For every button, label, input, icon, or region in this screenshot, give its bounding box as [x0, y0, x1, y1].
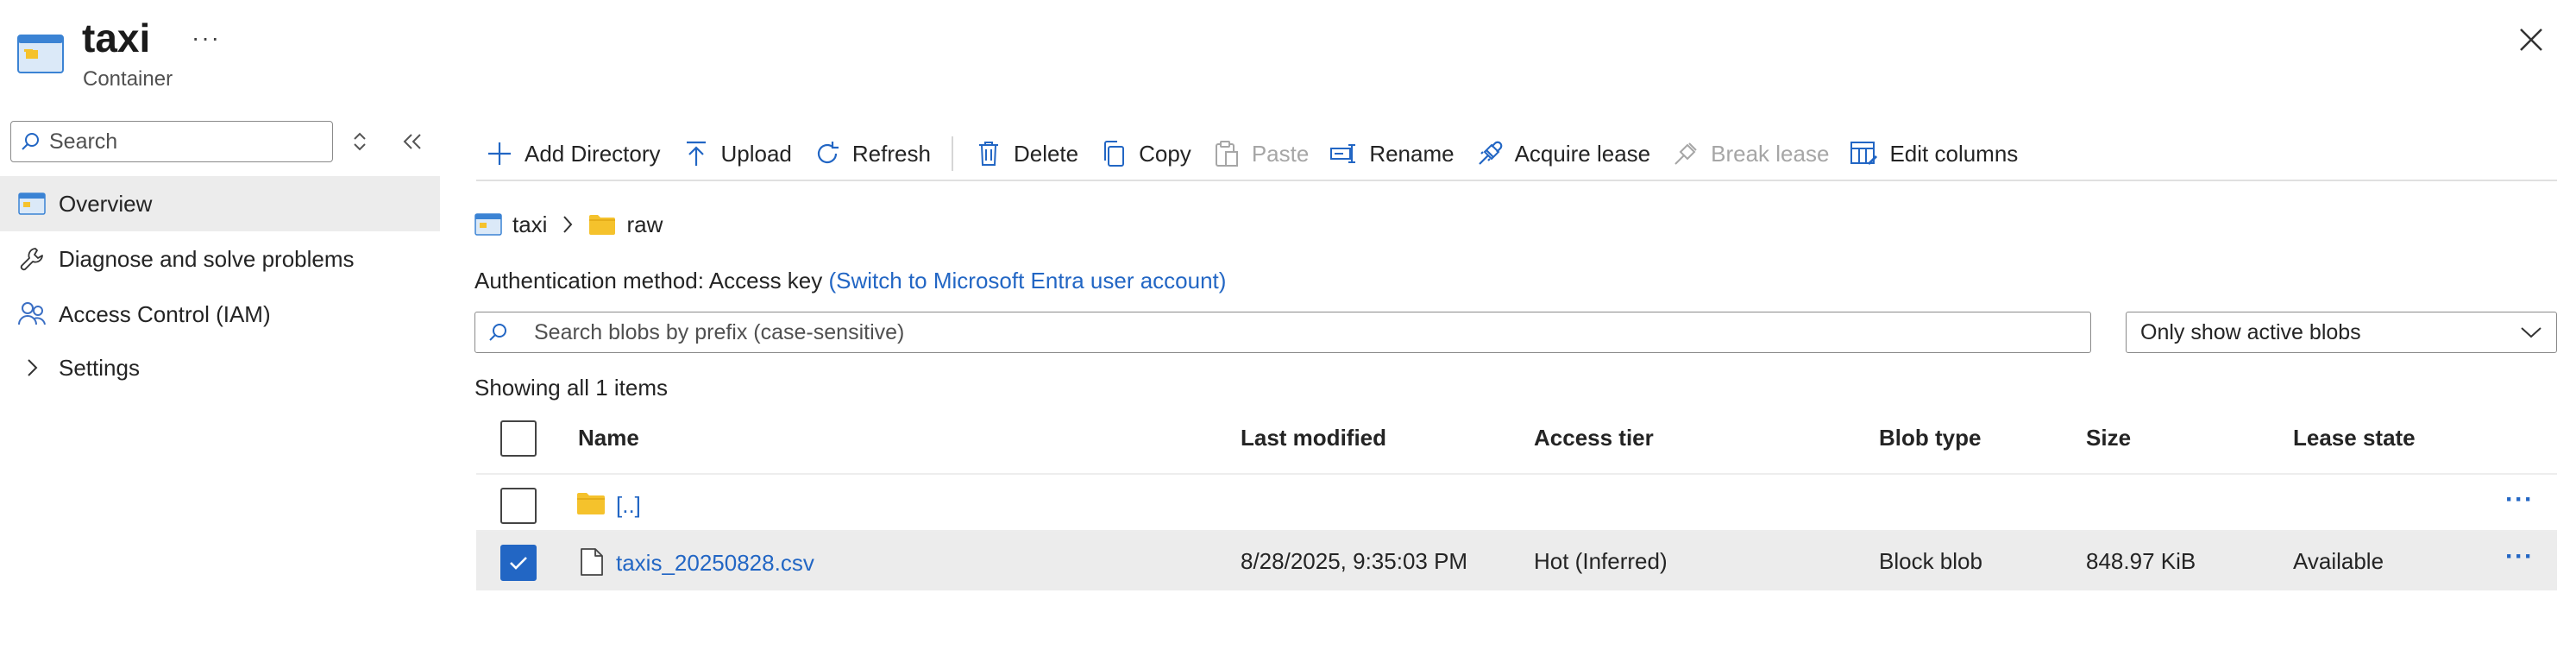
people-icon	[17, 300, 47, 329]
blob-search-input[interactable]	[534, 319, 2001, 345]
sidebar-search[interactable]	[10, 121, 333, 162]
sidebar-item-label: Settings	[59, 354, 140, 381]
column-header-last-modified[interactable]: Last modified	[1241, 425, 1386, 451]
column-header-blob-type[interactable]: Blob type	[1879, 425, 1981, 451]
link-icon	[1475, 139, 1505, 168]
breadcrumb: taxi raw	[474, 207, 663, 242]
trash-icon	[974, 139, 1003, 168]
edit-columns-icon	[1850, 139, 1879, 168]
auth-method-label: Authentication method:	[474, 268, 704, 293]
more-options-button[interactable]: ···	[192, 24, 221, 52]
blob-name-link[interactable]: taxis_20250828.csv	[616, 550, 814, 577]
cell-blob-type: Block blob	[1879, 548, 1982, 574]
chevron-right-icon	[17, 353, 47, 382]
sort-icon[interactable]	[347, 128, 373, 155]
edit-columns-button[interactable]: Edit columns	[1839, 131, 2028, 176]
plus-icon	[485, 139, 514, 168]
close-icon[interactable]	[2516, 24, 2547, 55]
broken-link-icon	[1671, 139, 1700, 168]
toolbar-divider-line	[476, 180, 2557, 181]
wrench-icon	[17, 244, 47, 274]
sidebar-item-iam[interactable]: Access Control (IAM)	[0, 287, 440, 342]
breadcrumb-container[interactable]: taxi	[512, 211, 547, 238]
upload-button[interactable]: Upload	[671, 131, 802, 176]
search-icon	[20, 131, 41, 152]
cell-lease-state: Available	[2293, 548, 2384, 574]
chevron-right-icon	[561, 213, 575, 236]
search-icon	[487, 322, 508, 343]
breadcrumb-folder[interactable]: raw	[626, 211, 663, 238]
sidebar-item-diagnose[interactable]: Diagnose and solve problems	[0, 231, 440, 287]
blob-search[interactable]	[474, 312, 2091, 353]
chevron-down-icon	[2520, 325, 2542, 339]
switch-auth-link[interactable]: (Switch to Microsoft Entra user account)	[829, 268, 1227, 293]
container-icon	[17, 189, 47, 218]
add-directory-button[interactable]: Add Directory	[476, 131, 671, 176]
cell-last-modified: 8/28/2025, 9:35:03 PM	[1241, 548, 1468, 574]
refresh-icon	[813, 139, 842, 168]
break-lease-button[interactable]: Break lease	[1661, 131, 1839, 176]
item-count: Showing all 1 items	[474, 375, 668, 401]
column-header-access-tier[interactable]: Access tier	[1534, 425, 1654, 451]
column-header-size[interactable]: Size	[2086, 425, 2131, 451]
sidebar-search-input[interactable]	[49, 129, 308, 155]
select-all-checkbox[interactable]	[500, 420, 537, 457]
acquire-lease-button[interactable]: Acquire lease	[1465, 131, 1662, 176]
row-more-options-button[interactable]: ···	[2505, 542, 2534, 571]
column-header-lease-state[interactable]: Lease state	[2293, 425, 2416, 451]
table-divider	[476, 473, 2557, 475]
auth-method: Authentication method: Access key (Switc…	[474, 268, 1226, 294]
command-bar: Add Directory Upload Refresh Delete Copy…	[476, 131, 2028, 176]
container-icon	[17, 33, 64, 74]
folder-icon	[588, 212, 616, 237]
blob-filter-value: Only show active blobs	[2140, 319, 2361, 344]
copy-button[interactable]: Copy	[1089, 131, 1202, 176]
rename-icon	[1329, 139, 1359, 168]
file-icon	[580, 547, 604, 577]
column-header-name[interactable]: Name	[578, 425, 639, 451]
row-checkbox[interactable]	[500, 488, 537, 524]
upload-icon	[682, 139, 711, 168]
parent-folder-link[interactable]: [..]	[616, 492, 641, 519]
sidebar-item-label: Overview	[59, 190, 153, 217]
page-subtitle: Container	[83, 67, 173, 91]
blob-filter-dropdown[interactable]: Only show active blobs	[2126, 312, 2557, 353]
toolbar-divider	[951, 136, 953, 171]
paste-icon	[1212, 139, 1241, 168]
sidebar-item-overview[interactable]: Overview	[0, 176, 440, 231]
row-more-options-button[interactable]: ···	[2505, 485, 2534, 514]
copy-icon	[1099, 139, 1128, 168]
row-checkbox[interactable]	[500, 545, 537, 581]
auth-method-value: Access key	[708, 268, 823, 293]
folder-icon	[576, 490, 606, 516]
container-icon	[474, 212, 502, 237]
paste-button[interactable]: Paste	[1202, 131, 1320, 176]
sidebar-item-settings[interactable]: Settings	[0, 340, 440, 395]
page-title: taxi	[82, 16, 151, 60]
sidebar-item-label: Diagnose and solve problems	[59, 245, 355, 272]
refresh-button[interactable]: Refresh	[802, 131, 941, 176]
delete-button[interactable]: Delete	[964, 131, 1089, 176]
checkmark-icon	[508, 554, 529, 571]
sidebar-item-label: Access Control (IAM)	[59, 300, 271, 327]
cell-size: 848.97 KiB	[2086, 548, 2196, 574]
cell-access-tier: Hot (Inferred)	[1534, 548, 1668, 574]
collapse-sidebar-icon[interactable]	[399, 129, 426, 154]
rename-button[interactable]: Rename	[1319, 131, 1464, 176]
